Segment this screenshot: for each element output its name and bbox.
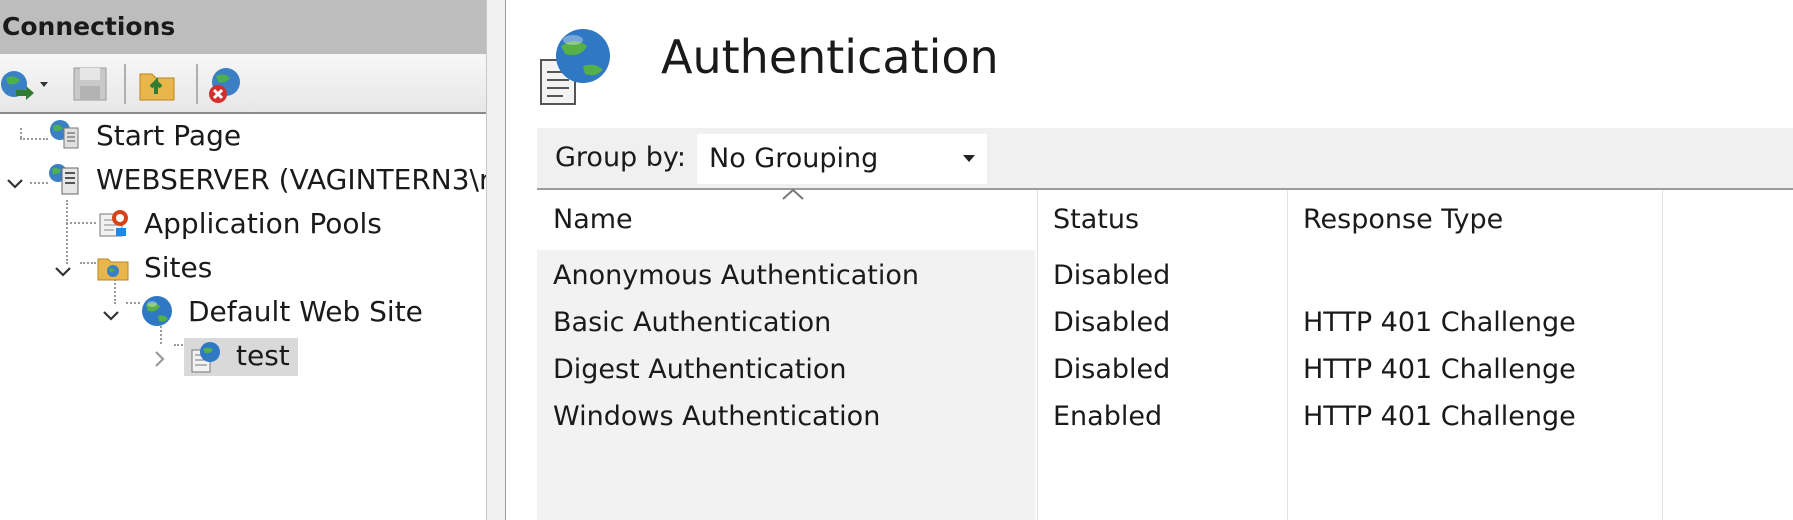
tree-node-sites[interactable]: Sites [96,248,220,288]
save-icon[interactable] [70,64,110,108]
cell-status: Disabled [1053,260,1171,291]
group-by-dropdown[interactable]: No Grouping [697,134,987,184]
tree-guide-line [66,222,96,224]
connections-pane: Connections Start Page WEBSERVER (VAGINT… [0,0,506,520]
cell-status: Disabled [1053,307,1171,338]
toolbar-separator [196,64,198,104]
connections-tree: Start Page WEBSERVER (VAGINTERN3\m Appli… [0,116,506,520]
tree-node-label: Start Page [96,119,242,152]
cell-response-type: HTTP 401 Challenge [1303,307,1576,338]
cell-response-type: HTTP 401 Challenge [1303,354,1576,385]
disconnect-icon[interactable] [206,64,250,108]
connections-toolbar [0,54,486,114]
tree-node-application-pools[interactable]: Application Pools [96,204,390,244]
web-application-icon [191,342,220,373]
cell-name: Digest Authentication [553,354,847,385]
chevron-down-icon[interactable] [52,260,74,282]
tree-node-test[interactable]: test [184,336,298,376]
application-pools-icon [99,210,128,237]
group-by-bar: Group by: No Grouping [537,128,1793,190]
group-by-value: No Grouping [709,143,879,174]
group-by-label: Group by: [555,142,687,173]
tree-node-label: Application Pools [144,207,382,240]
tree-guide-line [20,138,48,140]
cell-status: Enabled [1053,401,1163,432]
tree-guide-line [20,128,22,138]
start-page-icon [50,120,79,149]
tree-node-label: WEBSERVER (VAGINTERN3\m [96,163,507,196]
tree-node-label: Sites [144,251,213,284]
pane-splitter[interactable] [486,0,506,520]
toolbar-separator [124,64,126,104]
cell-name: Anonymous Authentication [553,260,919,291]
chevron-down-icon[interactable] [100,304,122,326]
cell-name: Windows Authentication [553,401,881,432]
tree-node-start-page[interactable]: Start Page [48,116,249,156]
authentication-globe-icon [540,29,610,105]
globe-icon [142,296,172,326]
tree-guide-line [126,302,140,304]
tree-node-label: Default Web Site [188,295,423,328]
connections-header: Connections [0,0,486,54]
column-header-response-type[interactable]: Response Type [1287,190,1662,250]
tree-guide-line [80,262,96,264]
table-row[interactable]: Anonymous Authentication Disabled [537,252,1793,299]
column-header-status[interactable]: Status [1037,190,1287,250]
cell-response-type: HTTP 401 Challenge [1303,401,1576,432]
folder-up-icon[interactable] [136,64,178,108]
chevron-down-icon[interactable] [4,172,26,194]
tree-guide-line [66,200,68,264]
server-icon [49,164,79,195]
table-row[interactable]: Digest Authentication Disabled HTTP 401 … [537,346,1793,393]
tree-guide-line [30,182,48,184]
tree-node-label: test [236,339,290,372]
feature-pane: Authentication Group by: No Grouping Nam… [507,0,1793,520]
tree-node-default-web-site[interactable]: Default Web Site [140,292,431,332]
page-title: Authentication [661,30,999,84]
tree-node-server[interactable]: WEBSERVER (VAGINTERN3\m [48,160,514,200]
cell-status: Disabled [1053,354,1171,385]
dropdown-arrow-icon [963,155,975,162]
sites-folder-icon [97,258,129,281]
cell-name: Basic Authentication [553,307,832,338]
connect-globe-dropdown-icon[interactable] [0,64,54,108]
table-row[interactable]: Basic Authentication Disabled HTTP 401 C… [537,299,1793,346]
sort-ascending-icon [782,188,804,200]
chevron-right-icon[interactable] [148,348,170,370]
table-row[interactable]: Windows Authentication Enabled HTTP 401 … [537,393,1793,440]
authentication-table: Name Status Response Type Anonymous Auth… [537,188,1793,520]
